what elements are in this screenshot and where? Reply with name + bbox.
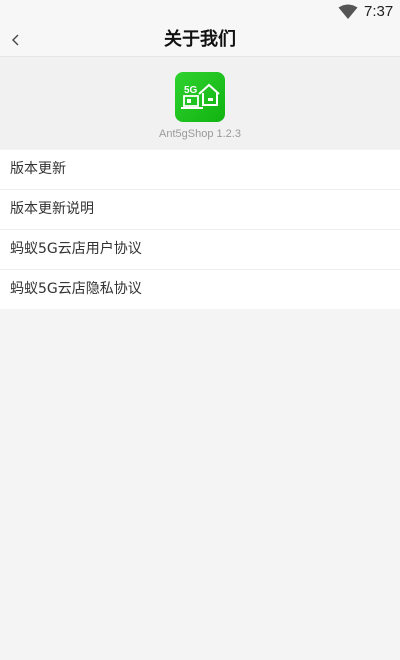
menu-item-version-notes[interactable]: 版本更新说明	[0, 190, 400, 230]
menu-item-privacy-policy[interactable]: 蚂蚁5G云店隐私协议	[0, 270, 400, 309]
back-button[interactable]	[4, 28, 28, 52]
menu-item-version-update[interactable]: 版本更新	[0, 150, 400, 190]
about-header: 5G Ant5gShop 1.2.3	[0, 57, 400, 149]
status-bar: 7:37	[0, 0, 400, 24]
settings-menu: 版本更新 版本更新说明 蚂蚁5G云店用户协议 蚂蚁5G云店隐私协议	[0, 150, 400, 309]
nav-bar: 关于我们	[0, 24, 400, 57]
chevron-left-icon	[12, 34, 19, 46]
status-time: 7:37	[364, 3, 394, 20]
page-title: 关于我们	[164, 29, 236, 50]
menu-item-user-agreement[interactable]: 蚂蚁5G云店用户协议	[0, 230, 400, 270]
wifi-icon	[338, 4, 358, 19]
app-logo-icon: 5G	[175, 72, 225, 122]
logo-text: 5G	[184, 85, 198, 96]
app-version-label: Ant5gShop 1.2.3	[159, 128, 241, 140]
